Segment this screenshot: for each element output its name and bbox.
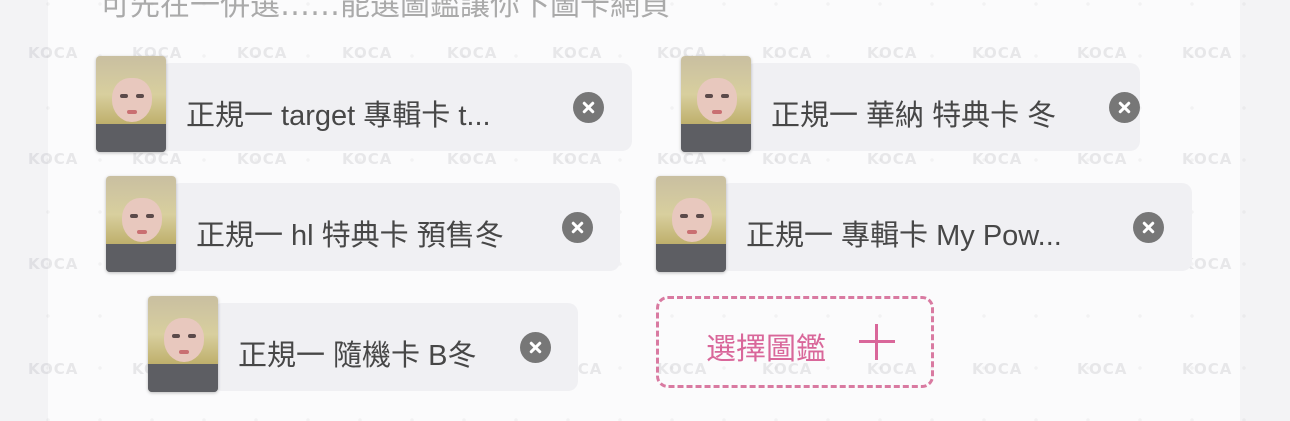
watermark-label: KOCA: [552, 150, 603, 168]
watermark-label: KOCA: [237, 44, 288, 62]
select-collection-label: 選擇圖鑑: [706, 333, 826, 366]
chip-label-4: 正規一 專輯卡 My Pow...: [746, 220, 1062, 252]
watermark-label: KOCA: [28, 44, 79, 62]
watermark-label: KOCA: [28, 150, 79, 168]
watermark-label: KOCA: [28, 255, 79, 273]
watermark-label: KOCA: [237, 150, 288, 168]
close-circle-icon[interactable]: [573, 92, 604, 123]
card-thumbnail-2[interactable]: [681, 56, 751, 152]
watermark-label: KOCA: [1077, 150, 1128, 168]
header-partial-text: 可先在一併選……能選圖鑑讓你下圖卡網頁: [100, 0, 670, 23]
watermark-label: KOCA: [342, 150, 393, 168]
card-thumbnail-3[interactable]: [106, 176, 176, 272]
close-circle-icon[interactable]: [520, 332, 551, 363]
watermark-label: KOCA: [1077, 360, 1128, 378]
chip-label-1: 正規一 target 專輯卡 t...: [186, 100, 491, 132]
watermark-label: KOCA: [552, 44, 603, 62]
watermark-label: KOCA: [1182, 360, 1233, 378]
watermark-label: KOCA: [867, 150, 918, 168]
watermark-label: KOCA: [447, 150, 498, 168]
watermark-label: KOCA: [762, 150, 813, 168]
chip-label-2: 正規一 華納 特典卡 冬: [771, 100, 1057, 132]
watermark-label: KOCA: [342, 44, 393, 62]
close-circle-icon[interactable]: [562, 212, 593, 243]
close-circle-icon[interactable]: [1133, 212, 1164, 243]
plus-icon: [859, 324, 895, 360]
watermark-label: KOCA: [447, 44, 498, 62]
watermark-label: KOCA: [972, 360, 1023, 378]
watermark-label: KOCA: [972, 44, 1023, 62]
card-thumbnail-5[interactable]: [148, 296, 218, 392]
card-thumbnail-4[interactable]: [656, 176, 726, 272]
watermark-label: KOCA: [972, 150, 1023, 168]
select-collection-button[interactable]: 選擇圖鑑: [656, 296, 934, 388]
watermark-label: KOCA: [762, 44, 813, 62]
watermark-label: KOCA: [657, 150, 708, 168]
chip-label-5: 正規一 隨機卡 B冬: [238, 340, 477, 372]
close-circle-icon[interactable]: [1109, 92, 1140, 123]
watermark-label: KOCA: [1182, 44, 1233, 62]
card-thumbnail-1[interactable]: [96, 56, 166, 152]
watermark-label: KOCA: [132, 150, 183, 168]
watermark-label: KOCA: [28, 360, 79, 378]
watermark-label: KOCA: [1077, 44, 1128, 62]
watermark-label: KOCA: [867, 44, 918, 62]
watermark-label: KOCA: [1182, 150, 1233, 168]
chip-label-3: 正規一 hl 特典卡 預售冬: [196, 220, 504, 252]
